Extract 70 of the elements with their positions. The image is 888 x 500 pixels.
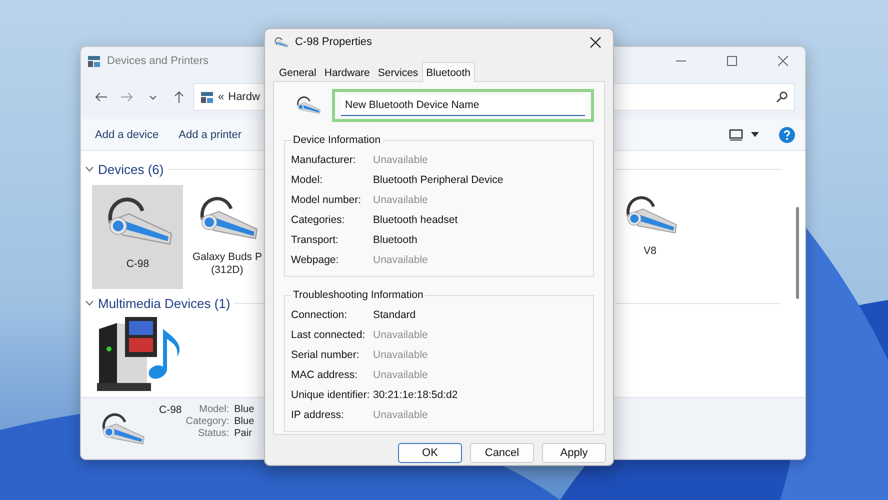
device-tile[interactable]: V8 bbox=[615, 185, 685, 289]
property-value: Standard bbox=[373, 309, 417, 321]
property-value: Unavailable bbox=[373, 369, 429, 381]
property-value: Unavailable bbox=[373, 329, 429, 341]
property-value: Unavailable bbox=[373, 349, 429, 361]
property-value: Bluetooth headset bbox=[373, 214, 459, 226]
chevron-icon[interactable] bbox=[85, 166, 94, 172]
chevron-icon bbox=[149, 94, 157, 100]
property-value: 30:21:1e:18:5d:d2 bbox=[373, 389, 459, 401]
up-arrow-icon bbox=[174, 91, 184, 103]
group-title: Device Information bbox=[292, 134, 382, 146]
maximize-icon bbox=[726, 56, 736, 66]
property-label: MAC address: bbox=[291, 369, 359, 381]
detail-label: Status: bbox=[196, 428, 230, 439]
tab[interactable]: General bbox=[275, 63, 320, 81]
scrollbar[interactable] bbox=[796, 207, 799, 299]
close-icon bbox=[778, 56, 788, 66]
tab[interactable]: Services bbox=[374, 63, 422, 81]
group-title: Devices (6) bbox=[98, 162, 164, 176]
command-button[interactable]: Add a device bbox=[95, 128, 159, 140]
property-value: Bluetooth bbox=[373, 234, 418, 246]
property-label: Model: bbox=[291, 174, 324, 186]
property-label: Connection: bbox=[291, 309, 348, 321]
property-label: Model number: bbox=[291, 194, 362, 206]
breadcrumb-item[interactable]: Hardw bbox=[228, 91, 260, 103]
breadcrumb-separator: « bbox=[218, 91, 224, 103]
tab[interactable]: Hardware bbox=[320, 63, 374, 81]
devices-printers-icon bbox=[87, 54, 101, 68]
device-name-field[interactable]: New Bluetooth Device Name bbox=[341, 95, 585, 116]
detail-value: Blue bbox=[234, 416, 254, 427]
window-title: Devices and Printers bbox=[107, 55, 208, 67]
property-label: Last connected: bbox=[291, 329, 366, 341]
property-value: Unavailable bbox=[373, 194, 429, 206]
device-tile[interactable]: Galaxy Buds P (312D) bbox=[189, 185, 265, 289]
dialog-title: C-98 Properties bbox=[295, 36, 372, 48]
device-name: C-98 bbox=[159, 404, 182, 416]
tab[interactable]: Bluetooth bbox=[422, 62, 475, 82]
property-value: Bluetooth Peripheral Device bbox=[373, 174, 504, 186]
caret-icon[interactable] bbox=[751, 132, 759, 137]
dialog-button[interactable]: Cancel bbox=[470, 443, 534, 463]
dialog-button[interactable]: Apply bbox=[542, 443, 606, 463]
group-title: Multimedia Devices (1) bbox=[98, 296, 230, 310]
property-label: Webpage: bbox=[291, 254, 340, 266]
property-value: Unavailable bbox=[373, 154, 429, 166]
property-label: Serial number: bbox=[291, 349, 360, 361]
detail-label: Model: bbox=[198, 404, 230, 415]
property-value: Unavailable bbox=[373, 409, 429, 421]
property-label: IP address: bbox=[291, 409, 345, 421]
detail-value: Pair bbox=[234, 428, 253, 439]
property-label: Manufacturer: bbox=[291, 154, 357, 166]
property-label: Unique identifier: bbox=[291, 389, 371, 401]
forward-arrow-icon bbox=[121, 92, 133, 102]
property-label: Categories: bbox=[291, 214, 346, 226]
headset-icon bbox=[294, 94, 322, 117]
property-value: Unavailable bbox=[373, 254, 429, 266]
group-title: Troubleshooting Information bbox=[292, 289, 424, 301]
view-icon[interactable] bbox=[729, 128, 743, 140]
dialog-button[interactable]: OK bbox=[398, 443, 462, 463]
close-icon bbox=[590, 36, 600, 48]
detail-value: Blue bbox=[234, 404, 254, 415]
detail-label: Category: bbox=[186, 416, 230, 427]
back-arrow-icon bbox=[95, 92, 107, 102]
device-tile[interactable]: C-98 bbox=[92, 185, 184, 289]
devices-printers-icon bbox=[200, 90, 214, 104]
headset-icon bbox=[273, 36, 289, 48]
property-label: Transport: bbox=[291, 234, 340, 246]
search-icon[interactable] bbox=[776, 91, 788, 103]
help-icon[interactable] bbox=[779, 126, 795, 142]
chevron-icon[interactable] bbox=[85, 300, 94, 306]
command-button[interactable]: Add a printer bbox=[178, 128, 242, 140]
